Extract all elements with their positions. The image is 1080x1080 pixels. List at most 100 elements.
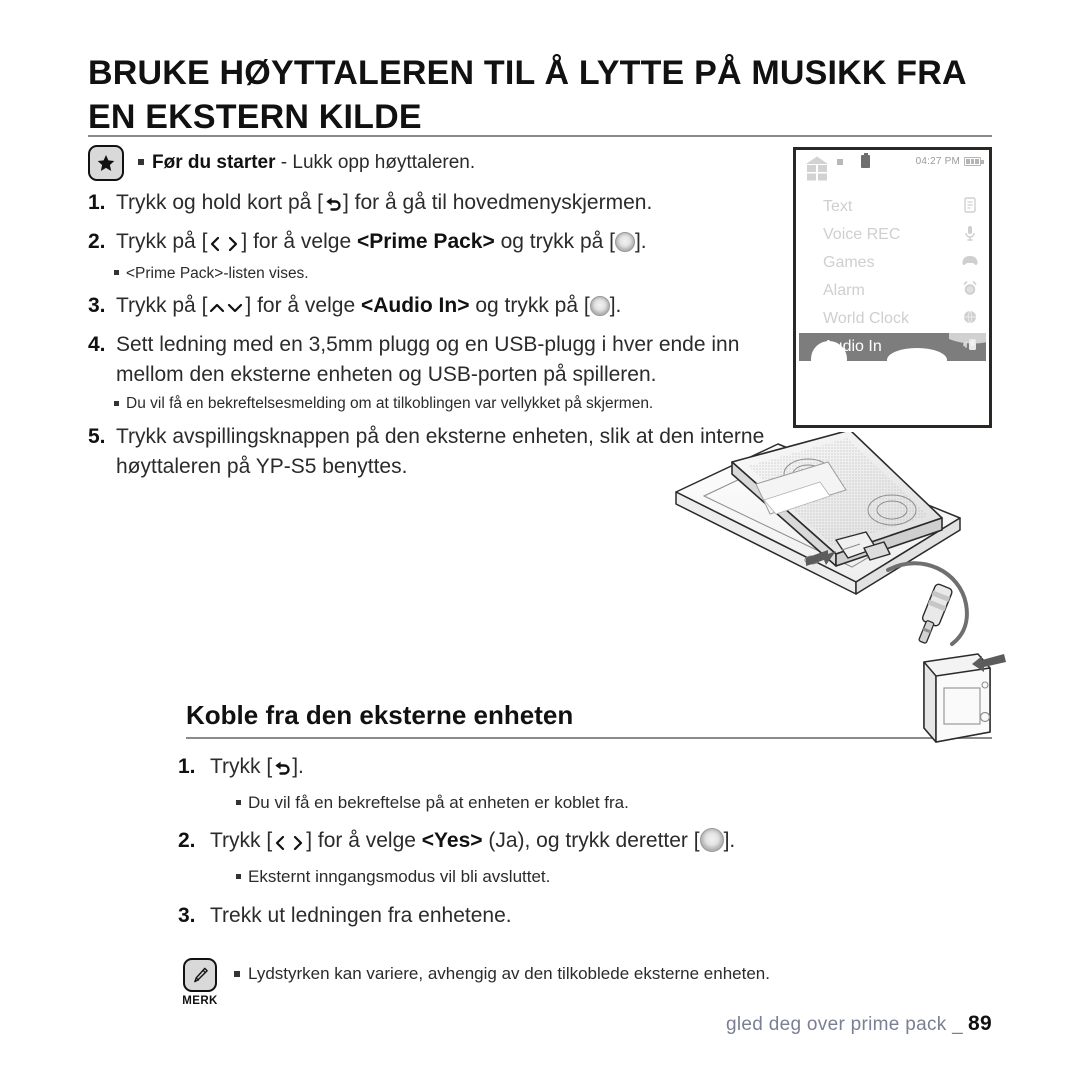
player-connected-to-external-device-illustration xyxy=(660,429,1020,752)
step-body: Sett ledning med en 3,5mm plugg og en US… xyxy=(114,330,788,415)
instruction-step: 2. Trykk på [] for å velge <Prime Pack> o… xyxy=(88,227,788,284)
step-number: 5. xyxy=(88,424,106,448)
step-body: Trykk og hold kort på [ ] for å gå til ho… xyxy=(116,188,788,220)
step-number: 1. xyxy=(88,191,106,214)
before-you-start-rest: - Lukk opp høyttaleren. xyxy=(275,152,476,173)
document-icon xyxy=(960,196,980,218)
page-footer: gled deg over prime pack _ 89 xyxy=(726,1012,992,1036)
step-number: 3. xyxy=(88,294,106,317)
note-block: MERK Lydstyrken kan variere, avhengig av… xyxy=(178,958,992,1007)
status-device-icon xyxy=(861,153,870,168)
instruction-step: 3. Trykk på [ ] for å velge <Audio In> og … xyxy=(88,291,788,323)
step-subnote: <Prime Pack>-listen vises. xyxy=(114,263,788,284)
instruction-step: 1. Trykk []. Du vil få en bekreftelse på a… xyxy=(178,752,992,816)
select-button-icon xyxy=(699,828,724,853)
device-menu-item-label: Audio In xyxy=(823,338,882,355)
step-text: og trykk på [ xyxy=(494,229,615,253)
step-number: 1. xyxy=(178,755,196,778)
back-arrow-icon xyxy=(323,190,343,220)
step-body: Trykk på [ ] for å velge <Prime Pack> og … xyxy=(114,227,788,284)
step-body: Trekk ut ledningen fra enhetene. xyxy=(210,901,992,931)
device-menu-item-label: Voice REC xyxy=(823,226,901,243)
step-body: Trykk []. Du vil få en bekreftelse på at … xyxy=(210,752,992,816)
microphone-icon xyxy=(960,225,980,246)
gamepad-icon xyxy=(960,254,980,272)
device-menu-item-games[interactable]: Games xyxy=(799,249,986,277)
before-you-start-row: Før du starter - Lukk opp høyttaleren. xyxy=(88,145,788,181)
device-menu-item-text[interactable]: Text xyxy=(799,193,986,221)
step-text: og trykk på [ xyxy=(469,294,590,317)
title-divider xyxy=(88,135,992,137)
step-body: Trykk [ ] for å velge <Yes> (Ja), og tryk… xyxy=(210,826,992,890)
step-text: Trykk på [ xyxy=(116,294,208,317)
step-emphasis: <Yes> xyxy=(421,829,483,853)
instruction-step: 2. Trykk [ ] for å velge <Yes> (Ja), og tr… xyxy=(178,826,992,890)
step-text: ]. xyxy=(723,829,736,853)
device-menu-item-audio-in[interactable]: Audio In xyxy=(799,333,986,361)
status-square-icon xyxy=(837,159,843,165)
step-text: ] for å velge xyxy=(241,229,357,253)
bullet-square xyxy=(138,158,144,165)
step-text: Sett ledning med en 3,5mm plugg og en US… xyxy=(116,332,740,386)
device-menu-item-voice-rec[interactable]: Voice REC xyxy=(799,221,986,249)
back-arrow-icon xyxy=(272,754,292,784)
step-number: 3. xyxy=(178,903,196,927)
step-text: ]. xyxy=(292,755,304,778)
device-menu-item-label: Alarm xyxy=(823,282,865,299)
step-text: Trekk ut ledningen fra enhetene. xyxy=(210,903,512,927)
step-subnote: Eksternt inngangsmodus vil bli avsluttet… xyxy=(210,865,992,888)
device-menu-item-label: Games xyxy=(823,254,875,271)
device-status-bar: 04:27 PM xyxy=(799,153,986,187)
device-menu-item-label: World Clock xyxy=(823,310,909,327)
step-text: ] for å gå til hovedmenyskjermen. xyxy=(342,191,653,214)
step-subnote-text: Du vil få en bekreftelsesmelding om at t… xyxy=(126,395,654,413)
audio-in-icon xyxy=(960,337,980,357)
instruction-step: 3. Trekk ut ledningen fra enhetene. xyxy=(178,901,992,931)
step-number: 2. xyxy=(178,829,196,853)
step-emphasis: <Prime Pack> xyxy=(356,229,495,253)
star-badge-icon xyxy=(88,145,124,181)
status-time: 04:27 PM xyxy=(915,156,960,167)
step-text: ] for å velge xyxy=(306,829,422,853)
step-text: Trykk [ xyxy=(210,829,273,853)
manual-page: BRUKE HØYTTALEREN TIL Å LYTTE PÅ MUSIKK … xyxy=(0,0,1080,1080)
select-button-icon xyxy=(589,296,610,316)
note-badge-wrap: MERK xyxy=(178,958,222,1007)
step-subnote-text: Du vil få en bekreftelse på at enheten e… xyxy=(248,792,629,812)
step-subnote-text: <Prime Pack>-listen vises. xyxy=(126,264,309,282)
page-title: BRUKE HØYTTALEREN TIL Å LYTTE PÅ MUSIKK … xyxy=(88,54,966,136)
home-icon xyxy=(805,156,829,187)
before-you-start-text: Før du starter - Lukk opp høyttaleren. xyxy=(138,145,475,181)
step-text: ]. xyxy=(634,229,647,253)
note-label: MERK xyxy=(182,995,218,1007)
step-text: Trykk [ xyxy=(210,755,273,778)
disconnect-steps: 1. Trykk []. Du vil få en bekreftelse på a… xyxy=(178,752,992,940)
device-menu-item-world-clock[interactable]: World Clock xyxy=(799,305,986,333)
bullet-square xyxy=(114,400,119,406)
bullet-square xyxy=(236,799,241,805)
device-menu-item-alarm[interactable]: Alarm xyxy=(799,277,986,305)
step-text: ] for å velge xyxy=(245,294,361,317)
step-emphasis: <Audio In> xyxy=(360,294,470,317)
device-screen-inner: 04:27 PM Text Voice REC Games Alarm World Cl… xyxy=(799,153,986,422)
globe-icon xyxy=(960,310,980,329)
step-text: Trykk på [ xyxy=(116,229,208,253)
step-text: ]. xyxy=(609,294,622,317)
battery-icon xyxy=(964,157,984,166)
before-you-start-bold: Før du starter xyxy=(152,152,276,173)
instruction-step: 4. Sett ledning med en 3,5mm plugg og en … xyxy=(88,330,788,415)
note-text-value: Lydstyrken kan variere, avhengig av den … xyxy=(248,964,770,983)
device-screen-mockup: 04:27 PM Text Voice REC Games Alarm World Cl… xyxy=(793,147,992,428)
up-down-chevrons-icon xyxy=(207,293,245,323)
device-menu-item-label: Text xyxy=(823,198,853,215)
step-subnote: Du vil få en bekreftelsesmelding om at t… xyxy=(114,393,788,414)
step-text: (Ja), og trykk deretter [ xyxy=(482,829,700,853)
footer-text: gled deg over prime pack _ xyxy=(726,1014,964,1035)
step-body: Trykk på [ ] for å velge <Audio In> og tr… xyxy=(116,291,788,323)
device-menu-list: Text Voice REC Games Alarm World Clock Audio … xyxy=(799,193,986,361)
step-text: Trykk og hold kort på [ xyxy=(116,191,323,214)
step-subnote-text: Eksternt inngangsmodus vil bli avsluttet… xyxy=(248,867,551,887)
bullet-square xyxy=(234,970,240,977)
bullet-square xyxy=(236,874,241,880)
left-right-chevrons-icon xyxy=(207,229,241,259)
